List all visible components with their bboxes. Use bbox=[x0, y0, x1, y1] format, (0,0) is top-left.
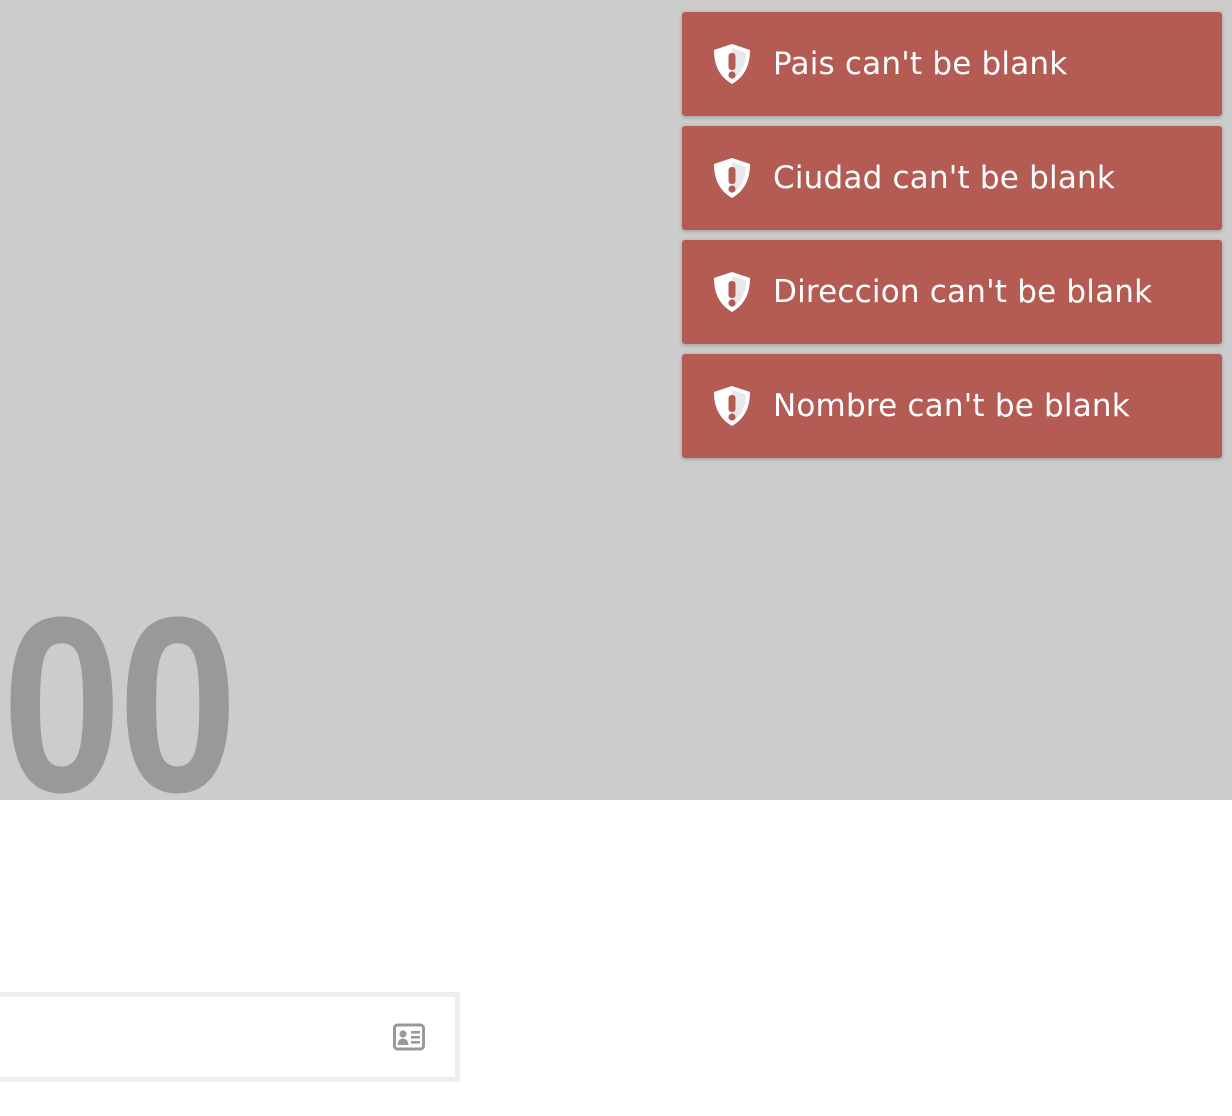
shield-exclamation-icon bbox=[714, 272, 750, 312]
error-toast-direccion[interactable]: Direccion can't be blank bbox=[682, 240, 1222, 344]
toast-message: Nombre can't be blank bbox=[773, 388, 1130, 424]
hero-number: 00 bbox=[2, 565, 238, 801]
shield-exclamation-icon bbox=[714, 386, 750, 426]
page: 00 Pais can't be blank Ciudad can't be b… bbox=[0, 0, 1232, 1116]
toast-stack: Pais can't be blank Ciudad can't be blan… bbox=[682, 12, 1222, 468]
error-toast-ciudad[interactable]: Ciudad can't be blank bbox=[682, 126, 1222, 230]
toast-message: Pais can't be blank bbox=[773, 46, 1068, 82]
error-toast-nombre[interactable]: Nombre can't be blank bbox=[682, 354, 1222, 458]
error-toast-pais[interactable]: Pais can't be blank bbox=[682, 12, 1222, 116]
toast-message: Ciudad can't be blank bbox=[773, 160, 1116, 196]
name-field bbox=[0, 992, 460, 1082]
shield-exclamation-icon bbox=[714, 44, 750, 84]
shield-exclamation-icon bbox=[714, 158, 750, 198]
name-input[interactable] bbox=[0, 997, 375, 1077]
toast-message: Direccion can't be blank bbox=[773, 274, 1153, 310]
address-card-icon bbox=[393, 1023, 425, 1051]
